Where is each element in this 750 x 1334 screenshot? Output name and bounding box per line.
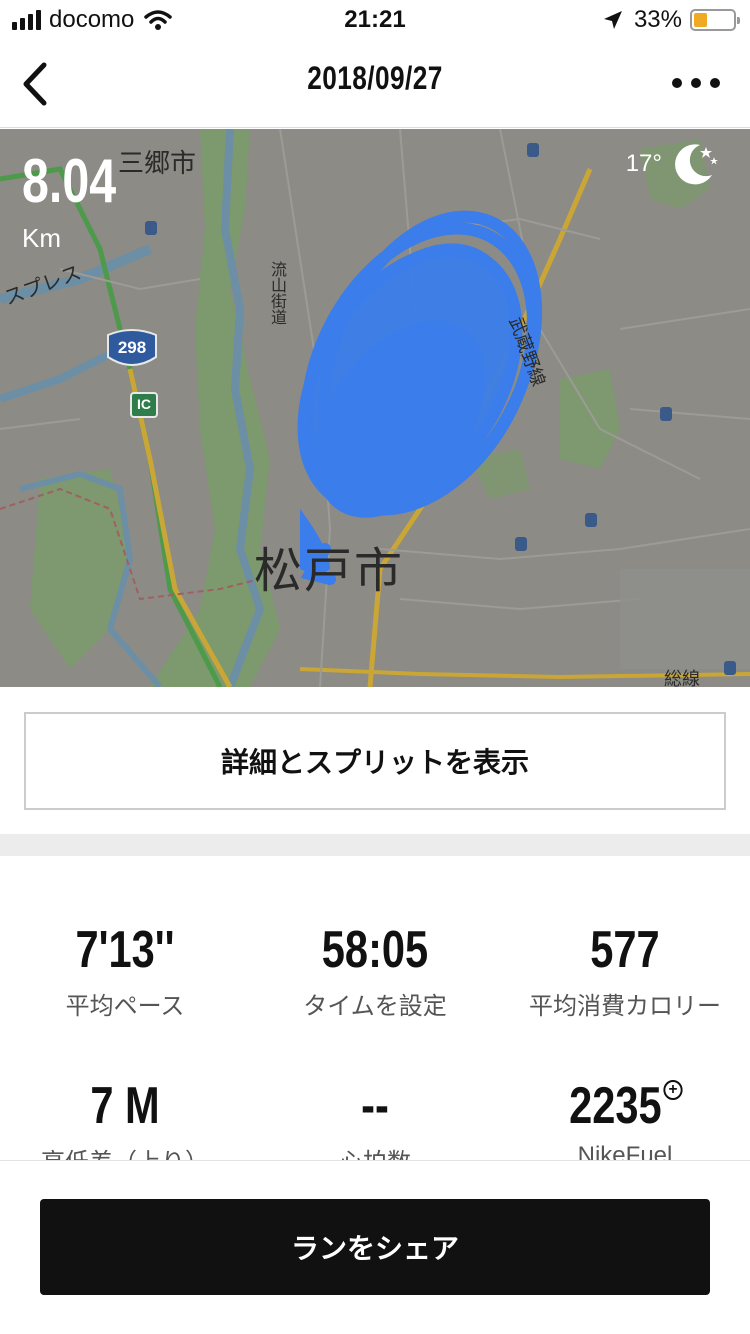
moon-stars-icon (675, 144, 718, 185)
stat-elevation: 7 M 高低差（上り） (0, 1078, 250, 1160)
status-right: 33% (602, 6, 740, 34)
stat-value: 7 M (90, 1077, 160, 1135)
stat-label: 高低差（上り） (0, 1142, 250, 1160)
battery-percent: 33% (633, 6, 682, 33)
route-map[interactable]: 三郷市 松戸市 流山街道 武蔵野線 スプレス 総線 298 IC 8.04 Km… (0, 129, 750, 687)
location-arrow-icon (603, 11, 622, 29)
map-label-matsudo: 松戸市 (254, 545, 405, 598)
stat-label: 心拍数 (250, 1142, 500, 1160)
stat-nikefuel: 2235 + NikeFuel (500, 1078, 750, 1160)
section-divider (0, 834, 750, 856)
weather-display: 17° (626, 141, 720, 187)
stat-time: 58:05 タイムを設定 (250, 922, 500, 1021)
distance-display: 8.04 Km (22, 151, 143, 254)
status-bar: docomo 21:21 33% (0, 0, 750, 40)
map-label-nagareyama-road: 流山街道 (268, 261, 285, 325)
chevron-left-icon (23, 62, 47, 106)
stat-label: タイムを設定 (303, 993, 447, 1020)
map-label-sobu-line: 総線 (664, 669, 700, 687)
stat-label: 平均消費カロリー (529, 993, 721, 1020)
distance-unit: Km (22, 223, 61, 253)
distance-value: 8.04 (22, 147, 117, 216)
page-title: 2018/09/27 (307, 60, 443, 96)
stat-label: NikeFuel (577, 1142, 673, 1160)
stat-value: -- (361, 1077, 389, 1135)
stat-calories: 577 平均消費カロリー (500, 922, 750, 1021)
stat-value: 58:05 (321, 921, 429, 979)
stat-value-wrap: 2235 + (525, 1078, 725, 1134)
stats-grid: 7'13'' 平均ペース 58:05 タイムを設定 577 平均消費カロリー 7… (0, 856, 750, 1160)
plus-icon: + (663, 1080, 683, 1100)
share-run-button[interactable]: ランをシェア (40, 1199, 710, 1295)
stat-value: 7'13'' (75, 921, 175, 979)
battery-icon (690, 9, 740, 31)
ic-label: IC (137, 396, 151, 412)
navigation-bar: 2018/09/27 (0, 40, 750, 128)
stat-label: 平均ペース (65, 993, 185, 1020)
back-button[interactable] (12, 58, 56, 110)
more-options-button[interactable] (672, 68, 720, 98)
bottom-bar: ランをシェア (0, 1160, 750, 1334)
stat-avg-pace: 7'13'' 平均ペース (0, 922, 250, 1021)
stat-value: 2235 (569, 1077, 662, 1135)
details-splits-button[interactable]: 詳細とスプリットを表示 (24, 712, 726, 810)
route-298-label: 298 (117, 338, 147, 357)
temperature: 17° (625, 150, 662, 177)
more-dots-icon (672, 78, 682, 88)
stat-heart-rate: -- 心拍数 (250, 1078, 500, 1160)
stat-value: 577 (590, 921, 660, 979)
